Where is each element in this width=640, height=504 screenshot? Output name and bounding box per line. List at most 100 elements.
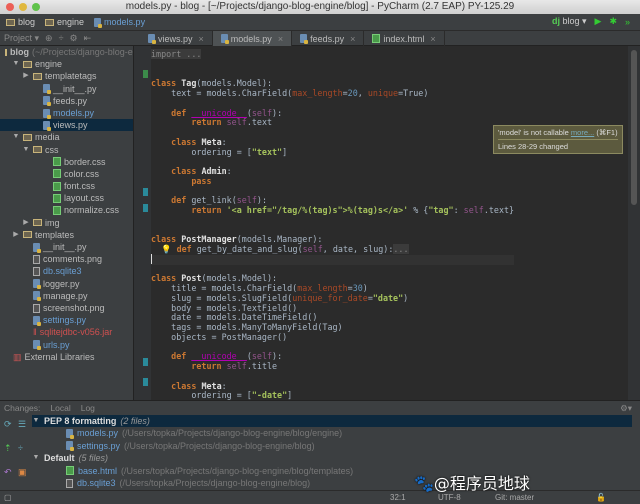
tree-item[interactable]: blog (~/Projects/django-blog-engine/blog… (0, 46, 133, 58)
tree-item[interactable]: comments.png (0, 253, 133, 265)
tree-item-label: settings.py (43, 315, 87, 326)
file-name: base.html (78, 465, 118, 476)
hide-icon[interactable]: ⇤ (84, 33, 92, 44)
gear-icon[interactable]: ⚙▾ (620, 403, 632, 414)
breadcrumb-engine[interactable]: engine (45, 17, 84, 27)
run-config-select[interactable]: dj blog ▾ (552, 16, 587, 27)
tree-item[interactable]: font.css (0, 180, 133, 192)
rollback-icon[interactable]: ↶ (4, 467, 14, 477)
tree-item[interactable]: feeds.py (0, 95, 133, 107)
tree-item[interactable]: ▶ templates (0, 229, 133, 241)
tree-item[interactable]: db.sqlite3 (0, 265, 133, 277)
tree-item[interactable]: __init__.py (0, 241, 133, 253)
close-tab-icon[interactable]: × (278, 34, 283, 44)
collapsed-arrow-icon[interactable]: ▶ (22, 217, 30, 229)
collapsed-arrow-icon[interactable]: ▶ (22, 70, 30, 82)
file-encoding[interactable]: UTF-8 (438, 493, 461, 502)
tab-models-py[interactable]: models.py × (212, 31, 293, 46)
tree-item[interactable]: normalize.css (0, 204, 133, 216)
tree-item[interactable]: views.py (0, 119, 133, 132)
commit-icon[interactable]: ⇡ (4, 443, 14, 453)
vcs-branch[interactable]: Git: master (495, 493, 534, 502)
code-token: class (151, 234, 182, 245)
breadcrumb-blog[interactable]: blog (6, 17, 35, 27)
expanded-arrow-icon[interactable]: ▼ (12, 58, 20, 70)
changed-file[interactable]: base.html (/Users/topka/Projects/django-b… (32, 465, 632, 477)
code-token: ordering = [ (151, 390, 252, 400)
expanded-arrow-icon[interactable]: ▼ (32, 415, 40, 427)
code-token: class (171, 136, 202, 147)
collapse-icon[interactable]: ÷ (59, 33, 64, 44)
tree-item-label: font.css (64, 181, 96, 192)
tree-item[interactable]: ▼ engine (0, 58, 133, 70)
code-editor[interactable]: import ... class Tag(models.Model): text … (151, 46, 628, 400)
tree-item[interactable]: ▶ templatetags (0, 70, 133, 82)
changed-file[interactable]: models.py (/Users/topka/Projects/django-b… (32, 427, 632, 440)
collapse-all-icon[interactable]: ÷ (18, 443, 28, 453)
tree-item[interactable]: manage.py (0, 290, 133, 302)
close-tab-icon[interactable]: × (350, 34, 355, 44)
minimize-window-button[interactable] (19, 3, 27, 11)
shelve-icon[interactable]: ▣ (18, 467, 28, 477)
code-token: objects = PostManager() (151, 331, 288, 342)
collapsed-arrow-icon[interactable]: ▶ (12, 229, 20, 241)
tree-item[interactable]: ▥ External Libraries (0, 351, 133, 363)
changelist-group[interactable]: ▼ PEP 8 formatting (2 files) (32, 415, 632, 428)
tree-item[interactable]: ‖ sqlitejdbc-v056.jar (0, 326, 133, 338)
close-tab-icon[interactable]: × (199, 34, 204, 44)
debug-icon[interactable]: ✱ (609, 16, 617, 27)
python-file-icon (33, 291, 41, 302)
zoom-window-button[interactable] (32, 3, 40, 11)
code-token: ... (393, 244, 409, 254)
code-token: 20 (347, 88, 358, 98)
breadcrumb-models[interactable]: models.py (94, 17, 145, 28)
run-icon[interactable]: ▶ (595, 16, 602, 27)
tree-item[interactable]: layout.css (0, 192, 133, 204)
tree-item[interactable]: color.css (0, 168, 133, 180)
tree-item[interactable]: screenshot.png (0, 302, 133, 314)
css-file-icon (53, 169, 61, 179)
coverage-icon[interactable]: » (625, 17, 630, 27)
tree-item[interactable]: __init__.py (0, 83, 133, 95)
tab-local[interactable]: Local (50, 403, 70, 413)
lock-icon[interactable]: 🔓 (596, 493, 606, 502)
changelist-name: PEP 8 formatting (44, 416, 117, 426)
inspection-tooltip: 'model' is not callable more... (⌘F1) Li… (493, 125, 623, 154)
changed-file[interactable]: settings.py (/Users/topka/Projects/django… (32, 440, 632, 452)
close-tab-icon[interactable]: × (430, 34, 435, 44)
tooltip-more-link[interactable]: more... (571, 128, 594, 137)
tab-index-html[interactable]: index.html × (364, 31, 445, 46)
settings-icon[interactable]: ⚙ (70, 33, 78, 44)
refresh-icon[interactable]: ⟳ (4, 419, 14, 429)
tree-item[interactable]: border.css (0, 156, 133, 168)
tab-feeds-py[interactable]: feeds.py × (292, 31, 365, 46)
expanded-arrow-icon[interactable]: ▼ (32, 452, 40, 464)
tree-item[interactable]: logger.py (0, 278, 133, 290)
close-window-button[interactable] (6, 3, 14, 11)
changed-file[interactable]: db.sqlite3 (/Users/topka/Projects/django-… (32, 477, 632, 489)
project-view-select[interactable]: Project ▾ (4, 33, 39, 44)
tree-item[interactable]: ▼ media (0, 131, 133, 143)
tree-item[interactable]: urls.py (0, 339, 133, 351)
panel-toggle-icon[interactable]: ▢ (4, 493, 12, 502)
editor-scrollbar[interactable] (628, 46, 640, 400)
python-file-icon (66, 429, 74, 440)
tab-views-py[interactable]: views.py × (140, 31, 213, 46)
changelist-group[interactable]: ▼ Default (5 files) (32, 452, 632, 464)
tree-item[interactable]: models.py (0, 107, 133, 119)
expanded-arrow-icon[interactable]: ▼ (12, 131, 20, 143)
file-icon (66, 478, 73, 488)
tab-log[interactable]: Log (81, 403, 95, 413)
sync-icon[interactable]: ⊕ (45, 33, 53, 44)
tree-item[interactable]: settings.py (0, 314, 133, 326)
expanded-arrow-icon[interactable]: ▼ (22, 144, 30, 156)
tree-item[interactable]: ▶ img (0, 217, 133, 229)
file-icon (33, 266, 40, 276)
tree-item[interactable]: ▼ css (0, 144, 133, 156)
expand-icon[interactable]: ☰ (18, 419, 28, 429)
caret-position[interactable]: 32:1 (390, 493, 406, 502)
